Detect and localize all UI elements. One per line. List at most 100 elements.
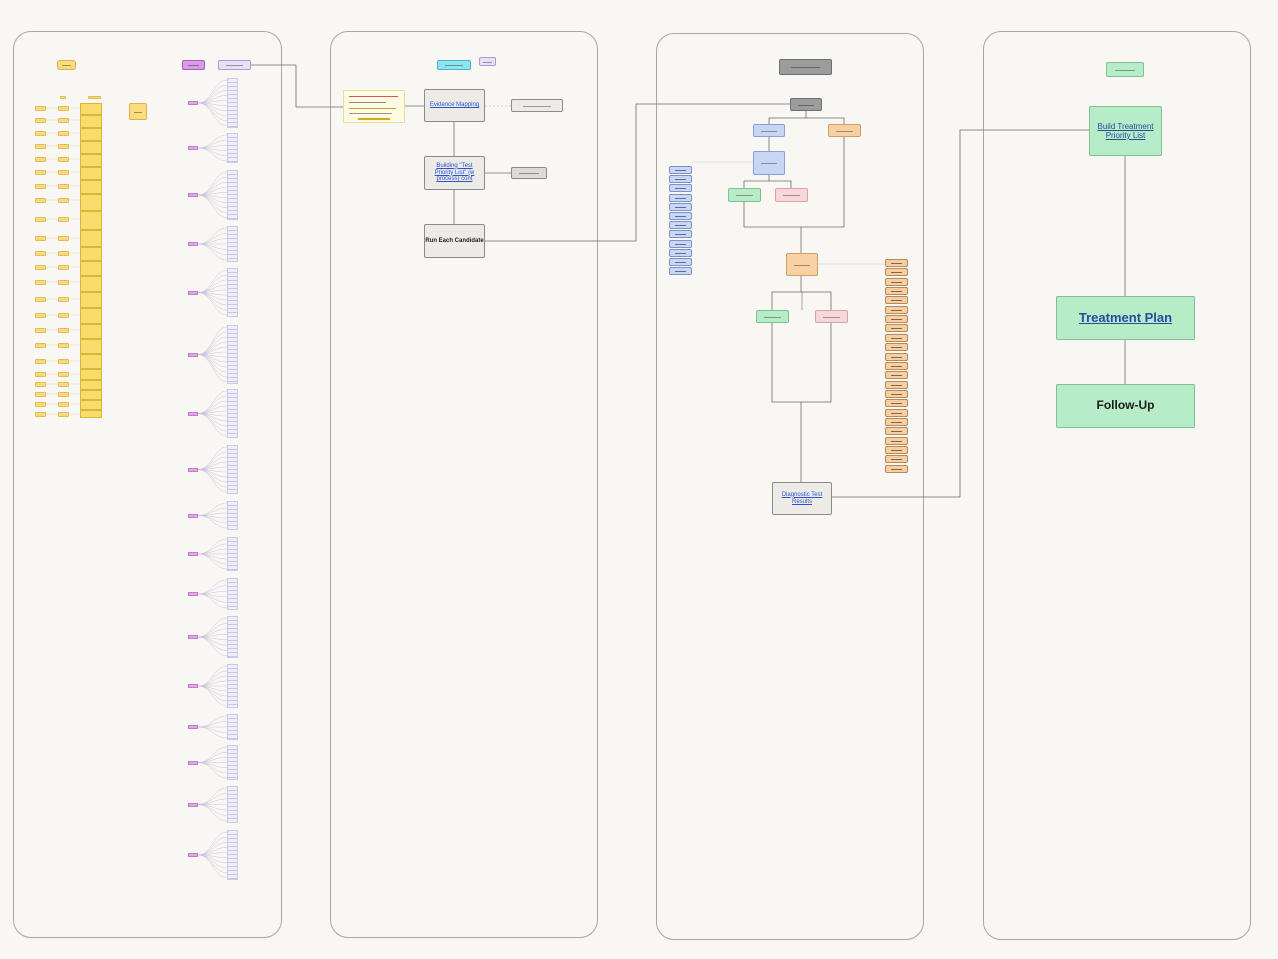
yellow-list-item[interactable]	[58, 251, 69, 256]
blue-list-item[interactable]	[669, 184, 692, 193]
yellow-list-cell[interactable]	[80, 323, 102, 339]
sub-item-stack[interactable]	[227, 170, 238, 220]
lane1-root-node[interactable]	[218, 60, 251, 70]
purple-badge[interactable]	[188, 725, 198, 729]
sub-item-stack[interactable]	[227, 745, 238, 780]
yellow-list-item[interactable]	[58, 131, 69, 136]
yellow-list-item[interactable]	[58, 372, 69, 377]
orange-list-item[interactable]	[885, 371, 908, 380]
yellow-list-item[interactable]	[58, 184, 69, 189]
sub-item-stack[interactable]	[227, 830, 238, 880]
yellow-list-item[interactable]	[35, 297, 46, 302]
yellow-list-item[interactable]	[35, 118, 46, 123]
yellow-list-cell[interactable]	[80, 140, 102, 154]
yellow-list-cell[interactable]	[80, 261, 102, 276]
lane3-peach-hub[interactable]	[786, 253, 818, 276]
orange-list-item[interactable]	[885, 361, 908, 370]
yellow-list-cell[interactable]	[80, 115, 102, 128]
blue-list-item[interactable]	[669, 248, 692, 257]
yellow-list-item[interactable]	[58, 412, 69, 417]
orange-list-item[interactable]	[885, 287, 908, 296]
sub-item-stack[interactable]	[227, 389, 238, 438]
orange-list-item[interactable]	[885, 268, 908, 277]
build-treatment-priority-node[interactable]: Build Treatment Priority List	[1089, 106, 1162, 156]
yellow-list-cell[interactable]	[80, 210, 102, 230]
yellow-list-item[interactable]	[35, 392, 46, 397]
orange-list-item[interactable]	[885, 296, 908, 305]
orange-list-item[interactable]	[885, 389, 908, 398]
yellow-list-item[interactable]	[35, 217, 46, 222]
yellow-list-cell[interactable]	[80, 338, 102, 354]
yellow-list-cell[interactable]	[80, 390, 102, 400]
yellow-list-item[interactable]	[35, 170, 46, 175]
purple-badge[interactable]	[188, 146, 198, 150]
purple-badge[interactable]	[188, 101, 198, 105]
orange-list-item[interactable]	[885, 399, 908, 408]
purple-badge[interactable]	[188, 193, 198, 197]
yellow-list-item[interactable]	[35, 412, 46, 417]
yellow-list-item[interactable]	[58, 236, 69, 241]
yellow-list-item[interactable]	[35, 184, 46, 189]
lane3-green-leaf-1[interactable]	[728, 188, 761, 202]
follow-up-node[interactable]: Follow-Up	[1056, 384, 1195, 428]
lane3-peach-branch[interactable]	[828, 124, 861, 137]
sub-item-stack[interactable]	[227, 616, 238, 658]
orange-list-item[interactable]	[885, 380, 908, 389]
yellow-list-cell[interactable]	[80, 229, 102, 247]
purple-badge[interactable]	[188, 352, 198, 357]
orange-list-item[interactable]	[885, 305, 908, 314]
run-each-candidate-node[interactable]: Run Each Candidate	[424, 224, 485, 258]
yellow-list-cell[interactable]	[80, 368, 102, 380]
purple-badge[interactable]	[188, 853, 198, 857]
lane3-pink-leaf-2[interactable]	[815, 310, 848, 323]
orange-list-item[interactable]	[885, 408, 908, 417]
build-treatment-priority-link[interactable]: Build Treatment Priority List	[1094, 122, 1157, 140]
yellow-list-item[interactable]	[58, 144, 69, 149]
yellow-list-cell[interactable]	[80, 103, 102, 115]
orange-list-item[interactable]	[885, 343, 908, 352]
yellow-list-item[interactable]	[58, 106, 69, 111]
yellow-list-item[interactable]	[35, 343, 46, 348]
sub-item-stack[interactable]	[227, 226, 238, 262]
yellow-list-item[interactable]	[35, 328, 46, 333]
yellow-list-cell[interactable]	[80, 246, 102, 261]
evidence-mapping-node[interactable]: Evidence Mapping	[424, 89, 485, 122]
blue-list-item[interactable]	[669, 166, 692, 174]
yellow-list-cell[interactable]	[80, 166, 102, 180]
orange-list-item[interactable]	[885, 417, 908, 426]
purple-badge[interactable]	[188, 242, 198, 246]
blue-list-item[interactable]	[669, 258, 692, 266]
purple-badge[interactable]	[188, 684, 198, 688]
sub-item-stack[interactable]	[227, 325, 238, 384]
yellow-list-item[interactable]	[58, 328, 69, 333]
yellow-list-item[interactable]	[58, 382, 69, 387]
orange-list-item[interactable]	[885, 277, 908, 286]
blue-list-item[interactable]	[669, 239, 692, 248]
blue-list-item[interactable]	[669, 212, 692, 220]
lane3-root-node[interactable]	[790, 98, 822, 111]
orange-list-item[interactable]	[885, 436, 908, 445]
purple-badge[interactable]	[188, 290, 198, 295]
yellow-list-item[interactable]	[35, 402, 46, 407]
sub-item-stack[interactable]	[227, 714, 238, 740]
sub-item-stack[interactable]	[227, 537, 238, 571]
yellow-list-item[interactable]	[35, 236, 46, 241]
yellow-list-item[interactable]	[58, 280, 69, 285]
yellow-list-item[interactable]	[35, 280, 46, 285]
purple-badge[interactable]	[188, 552, 198, 556]
yellow-list-item[interactable]	[58, 198, 69, 203]
purple-badge[interactable]	[188, 635, 198, 639]
yellow-list-item[interactable]	[35, 382, 46, 387]
yellow-list-item[interactable]	[58, 392, 69, 397]
purple-badge[interactable]	[188, 467, 198, 472]
orange-list-item[interactable]	[885, 352, 908, 361]
yellow-list-cell[interactable]	[80, 180, 102, 194]
sub-item-stack[interactable]	[227, 133, 238, 163]
purple-badge[interactable]	[188, 802, 198, 807]
orange-list-item[interactable]	[885, 455, 908, 464]
yellow-list-item[interactable]	[58, 265, 69, 270]
yellow-list-cell[interactable]	[80, 410, 102, 418]
sub-item-stack[interactable]	[227, 268, 238, 317]
yellow-list-cell[interactable]	[80, 354, 102, 369]
purple-badge[interactable]	[188, 411, 198, 416]
